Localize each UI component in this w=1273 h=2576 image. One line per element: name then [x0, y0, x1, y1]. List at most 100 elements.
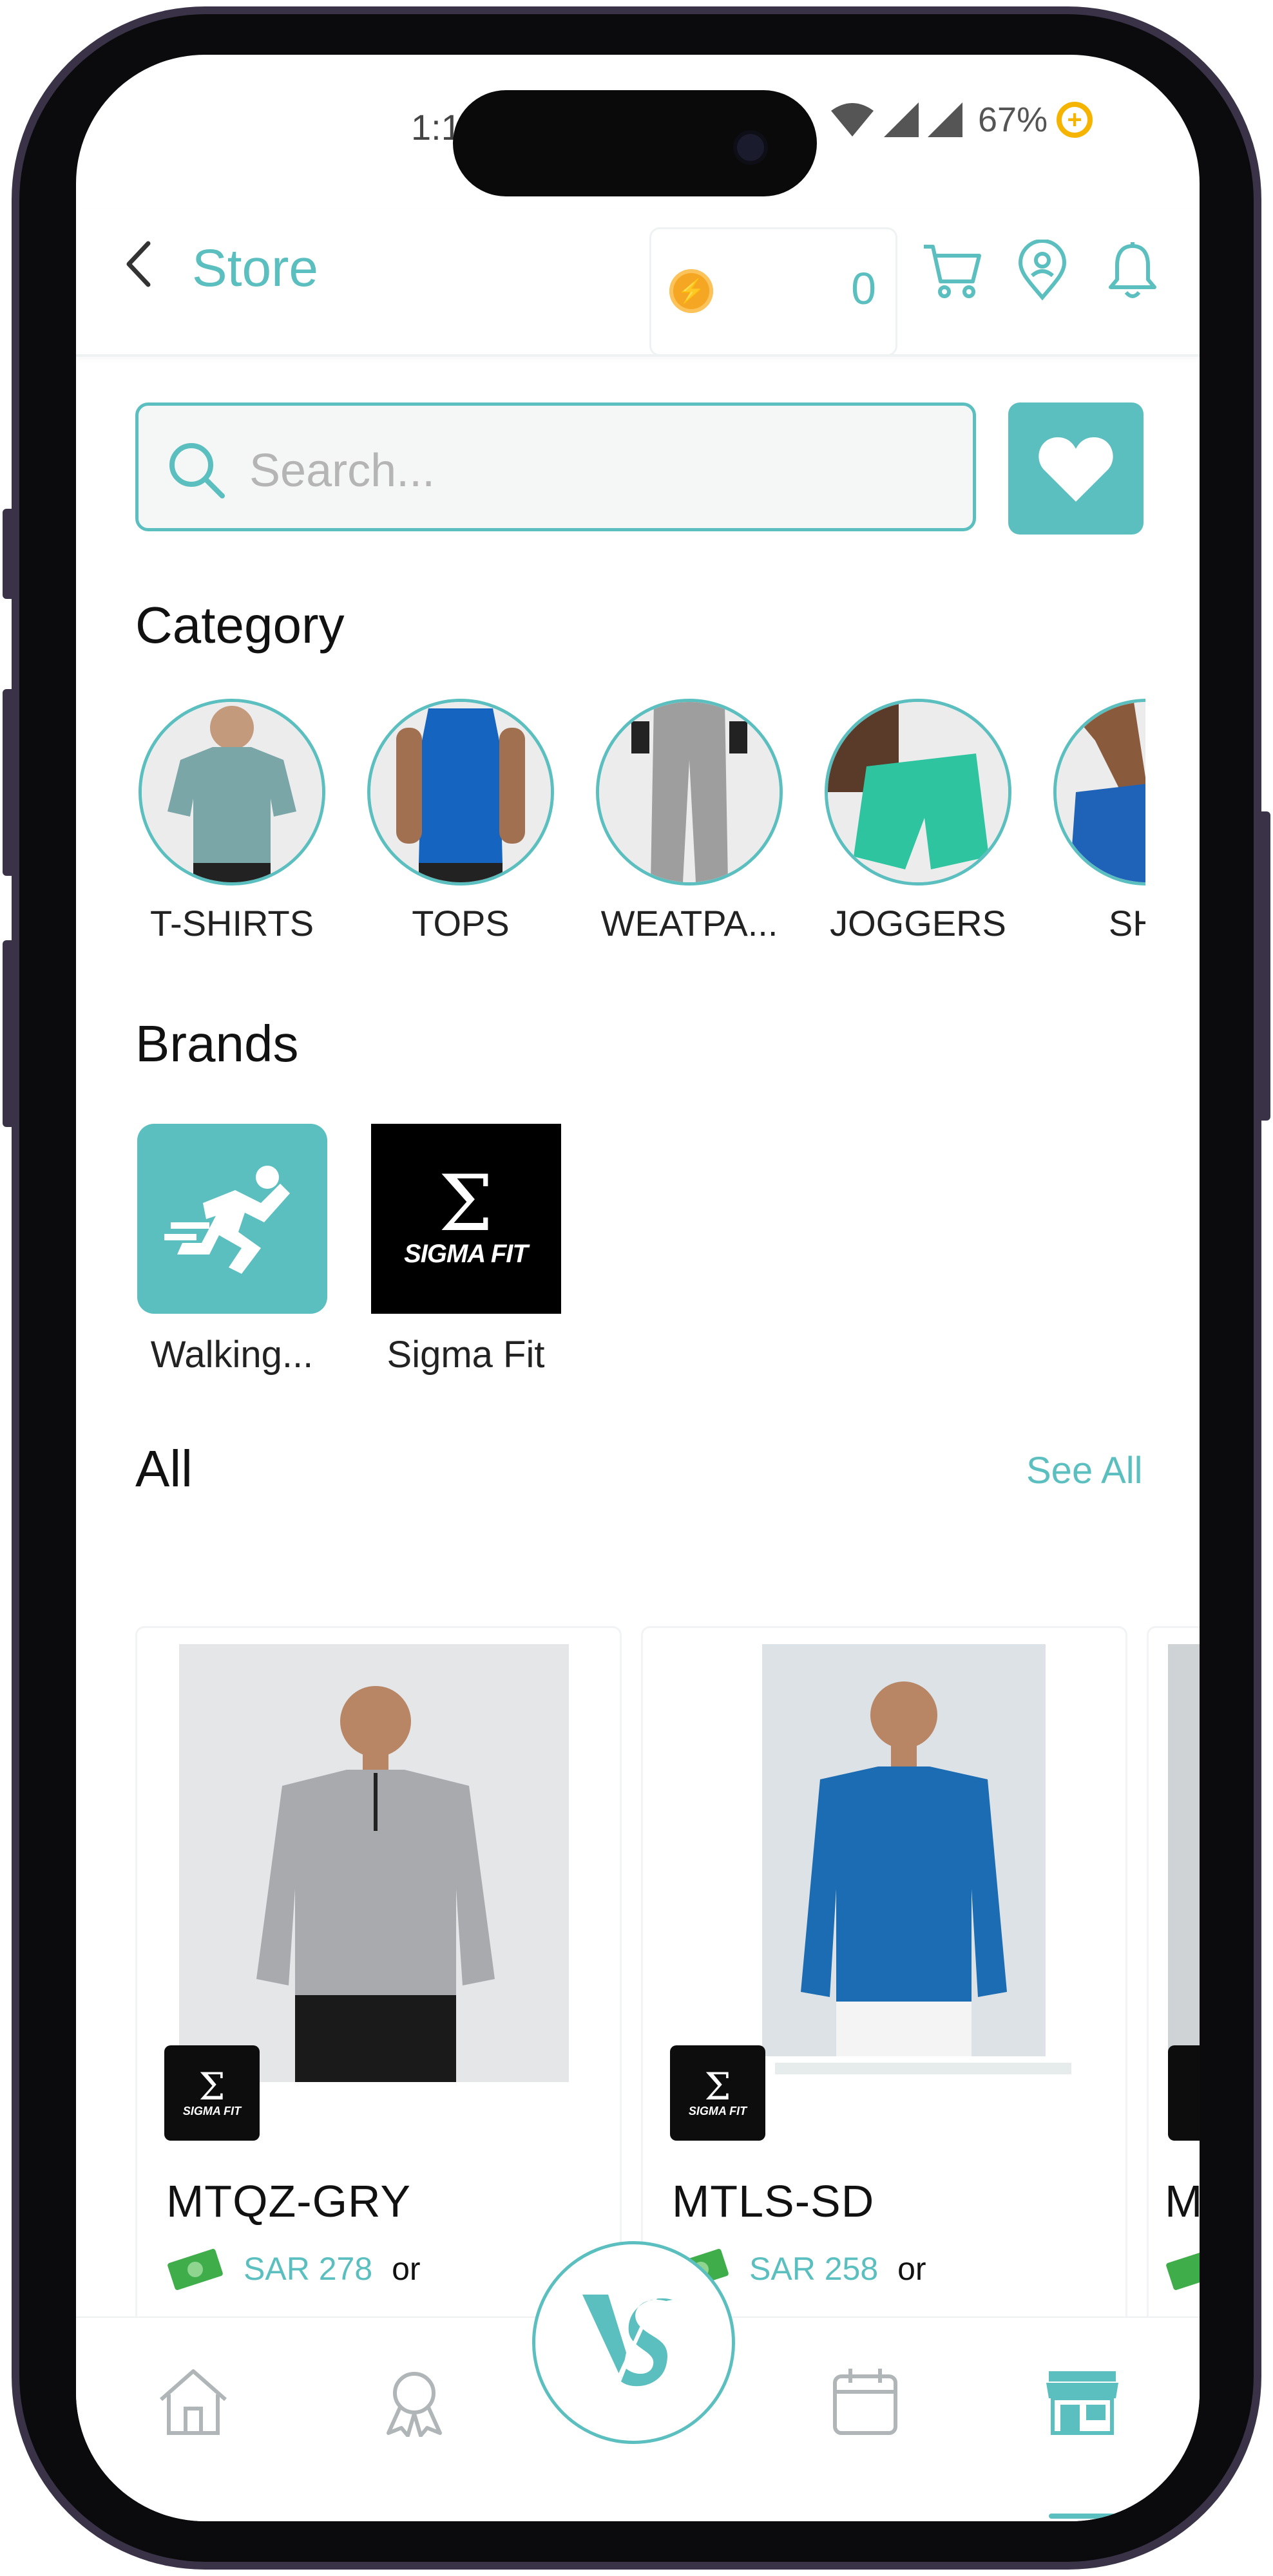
notifications-button[interactable]	[1097, 235, 1168, 306]
cart-button[interactable]	[917, 235, 988, 306]
bell-icon	[1109, 242, 1156, 298]
runner-logo-icon	[164, 1165, 290, 1274]
app-screen: 1:1 67% + Store ⚡ 0 Search... Category T…	[76, 55, 1200, 2521]
nav-awards[interactable]	[369, 2356, 459, 2447]
coin-balance-value: 0	[851, 263, 876, 314]
category-image	[596, 699, 783, 886]
page-title: Store	[192, 239, 318, 298]
category-item-joggers[interactable]: JOGGERS	[821, 699, 1015, 944]
header-bar: Store ⚡ 0	[76, 209, 1200, 357]
search-input[interactable]	[248, 438, 959, 504]
sweatpants-icon	[599, 702, 780, 882]
brand-label: Sigma Fit	[387, 1334, 545, 1376]
category-list: T-SHIRTS TOPS WEATPA... JOGGERS S	[135, 699, 1145, 982]
battery-saver-icon: +	[1057, 102, 1093, 138]
sigma-icon: Σ	[198, 2064, 225, 2108]
nav-store[interactable]	[1037, 2356, 1127, 2447]
signal-icon	[884, 102, 919, 137]
see-all-link[interactable]: See All	[1026, 1449, 1143, 1492]
brand-badge-text: SIGMA FIT	[182, 2104, 242, 2117]
mute-switch	[3, 509, 17, 599]
brand-logo: Σ SIGMA FIT	[370, 1124, 561, 1314]
brands-section-title: Brands	[135, 1015, 299, 1072]
back-button[interactable]	[116, 235, 161, 293]
product-price: SAR 258	[749, 2251, 879, 2287]
product-image	[1168, 1644, 1200, 2082]
brand-badge: Σ SIGMA FIT	[164, 2045, 260, 2141]
brand-badge: Σ SIGMA FIT	[670, 2045, 765, 2141]
vs-icon	[582, 2287, 673, 2401]
signal-icon-2	[928, 102, 962, 137]
brand-label: Walking...	[150, 1334, 314, 1376]
tank-top-icon	[370, 702, 551, 882]
price-row: SAR 278 or	[166, 2246, 421, 2291]
category-label: T-SHIRTS	[149, 903, 314, 943]
shorts-icon	[1057, 702, 1145, 882]
model-wearing-shirt-icon	[685, 1644, 1075, 2082]
brand-logo-text: SIGMA FIT	[404, 1240, 528, 1268]
category-image	[1053, 699, 1145, 886]
category-image	[139, 699, 325, 886]
home-icon	[160, 2369, 227, 2435]
volume-up-button	[3, 689, 17, 876]
category-label: SHC	[1108, 903, 1145, 943]
or-label: or	[897, 2251, 926, 2287]
heart-icon	[1038, 437, 1113, 502]
store-icon	[1046, 2371, 1118, 2435]
battery-percentage: 67%	[978, 100, 1048, 139]
search-bar[interactable]	[135, 402, 976, 531]
dynamic-island	[453, 90, 817, 196]
product-image	[685, 1644, 1075, 2082]
product-card[interactable]: Σ M	[1147, 1626, 1200, 2399]
category-item-t-shirts[interactable]: T-SHIRTS	[135, 699, 329, 944]
category-item-sweatpants[interactable]: WEATPA...	[593, 699, 786, 944]
award-ribbon-icon	[387, 2372, 442, 2437]
price-row	[1165, 2246, 1200, 2291]
all-section-title: All	[135, 1440, 193, 1497]
product-card[interactable]: Σ SIGMA FIT MTQZ-GRY SAR 278 or	[135, 1626, 622, 2399]
brand-logo	[137, 1124, 327, 1314]
search-icon	[169, 443, 225, 498]
category-label: JOGGERS	[830, 903, 1006, 943]
coin-icon: ⚡	[669, 269, 713, 313]
category-label: TOPS	[412, 903, 510, 943]
active-tab-indicator	[1049, 2514, 1116, 2519]
shorts-icon	[828, 702, 1008, 882]
cash-icon	[168, 2249, 223, 2290]
wifi-icon	[831, 103, 874, 137]
product-name: MTLS-SD	[672, 2176, 875, 2226]
coin-balance[interactable]: ⚡ 0	[649, 227, 897, 356]
category-image	[825, 699, 1011, 886]
brand-item-sigma-fit[interactable]: Σ SIGMA FIT Sigma Fit	[369, 1124, 562, 1376]
favorites-button[interactable]	[1008, 402, 1144, 535]
sigma-icon: Σ	[438, 1159, 493, 1249]
brand-badge-text: SIGMA FIT	[688, 2104, 747, 2117]
brand-item-walking[interactable]: Walking...	[135, 1124, 329, 1376]
power-button	[1256, 811, 1270, 1121]
category-section-title: Category	[135, 596, 345, 654]
nav-home[interactable]	[148, 2356, 238, 2447]
product-price: SAR 278	[244, 2251, 373, 2287]
location-button[interactable]	[1007, 235, 1078, 306]
chevron-left-icon	[126, 241, 151, 287]
category-label: WEATPA...	[600, 903, 778, 943]
or-label: or	[392, 2251, 421, 2287]
product-image	[179, 1644, 569, 2082]
t-shirt-icon	[142, 702, 322, 882]
status-indicators: 67% +	[830, 100, 1093, 140]
product-name: M	[1165, 2176, 1200, 2226]
product-name: MTQZ-GRY	[166, 2176, 412, 2226]
sigma-icon: Σ	[704, 2064, 731, 2108]
nav-calendar[interactable]	[820, 2356, 910, 2447]
cart-icon	[924, 245, 981, 298]
location-pin-icon	[1018, 240, 1067, 301]
vs-button[interactable]	[532, 2241, 735, 2444]
category-item-tops[interactable]: TOPS	[364, 699, 557, 944]
cash-icon	[1166, 2249, 1200, 2290]
calendar-icon	[833, 2369, 897, 2435]
category-image	[367, 699, 554, 886]
volume-down-button	[3, 940, 17, 1127]
category-item-shorts[interactable]: SHC	[1050, 699, 1145, 944]
camera-dot	[733, 130, 768, 165]
model-wearing-shirt-icon	[179, 1644, 569, 2082]
